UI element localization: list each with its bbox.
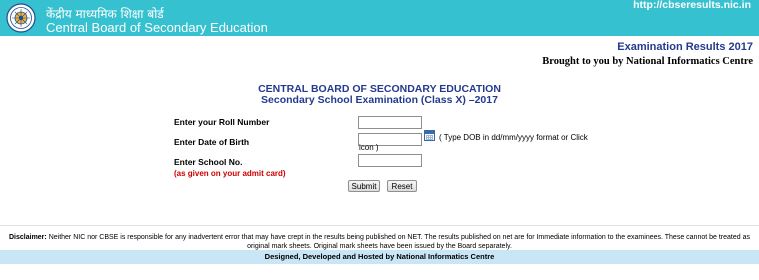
exam-results-title: Examination Results 2017 [617, 41, 753, 53]
footer-credit: Designed, Developed and Hosted by Nation… [0, 250, 759, 264]
site-url-link[interactable]: http://cbseresults.nic.in [633, 0, 751, 11]
school-number-label: Enter School No. [174, 157, 243, 167]
disclaimer: Disclaimer: Neither NIC nor CBSE is resp… [8, 233, 751, 251]
roll-number-label: Enter your Roll Number [174, 117, 270, 127]
brought-by-text: Brought to you by National Informatics C… [542, 56, 753, 67]
disclaimer-label: Disclaimer: [9, 234, 47, 241]
header-banner: केंद्रीय माध्यमिक शिक्षा बोर्ड Central B… [0, 0, 759, 36]
disclaimer-text: Neither NIC nor CBSE is responsible for … [46, 234, 750, 250]
roll-number-input[interactable] [358, 116, 422, 129]
school-number-input[interactable] [358, 154, 422, 167]
cbse-logo [6, 3, 36, 33]
reset-button[interactable]: Reset [387, 180, 417, 192]
form-heading-exam: Secondary School Examination (Class X) –… [261, 94, 498, 106]
english-title: Central Board of Secondary Education [46, 20, 268, 35]
footer-divider [0, 225, 759, 226]
dob-hint: ( Type DOB in dd/mm/yyyy format or Click… [359, 133, 588, 152]
dob-label: Enter Date of Birth [174, 137, 250, 147]
admit-card-note: (as given on your admit card) [174, 169, 286, 178]
submit-button[interactable]: Submit [348, 180, 380, 192]
